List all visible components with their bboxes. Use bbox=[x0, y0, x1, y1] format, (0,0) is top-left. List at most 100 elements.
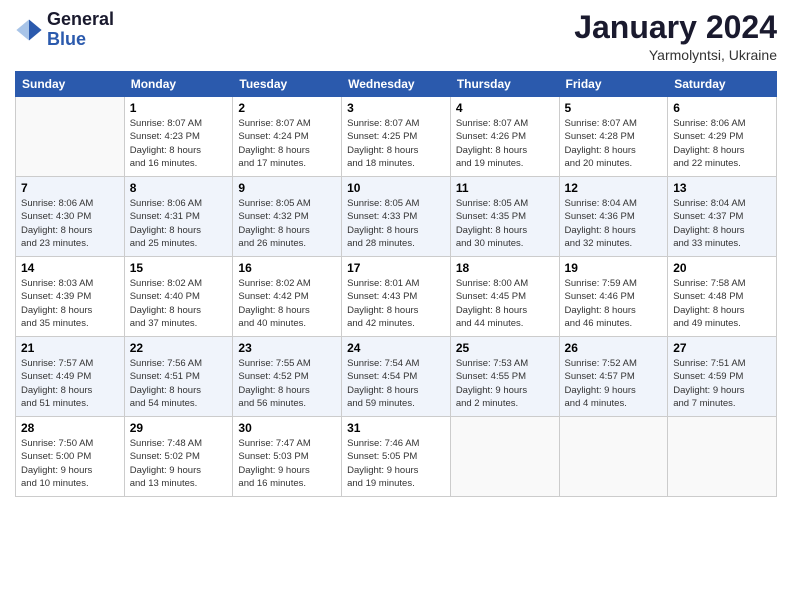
day-info: Sunrise: 7:59 AMSunset: 4:46 PMDaylight:… bbox=[565, 277, 663, 330]
day-info: Sunrise: 7:47 AMSunset: 5:03 PMDaylight:… bbox=[238, 437, 336, 490]
day-cell: 2 Sunrise: 8:07 AMSunset: 4:24 PMDaylight… bbox=[233, 97, 342, 177]
day-cell bbox=[559, 417, 668, 497]
day-number: 23 bbox=[238, 341, 336, 355]
day-info: Sunrise: 7:46 AMSunset: 5:05 PMDaylight:… bbox=[347, 437, 445, 490]
header: General Blue January 2024 Yarmolyntsi, U… bbox=[15, 10, 777, 63]
logo: General Blue bbox=[15, 10, 114, 50]
weekday-saturday: Saturday bbox=[668, 72, 777, 97]
day-info: Sunrise: 7:58 AMSunset: 4:48 PMDaylight:… bbox=[673, 277, 771, 330]
day-info: Sunrise: 7:56 AMSunset: 4:51 PMDaylight:… bbox=[130, 357, 228, 410]
day-number: 25 bbox=[456, 341, 554, 355]
location: Yarmolyntsi, Ukraine bbox=[574, 47, 777, 63]
day-cell: 14Sunrise: 8:03 AMSunset: 4:39 PMDayligh… bbox=[16, 257, 125, 337]
day-cell: 1 Sunrise: 8:07 AMSunset: 4:23 PMDaylight… bbox=[124, 97, 233, 177]
week-row-0: 1 Sunrise: 8:07 AMSunset: 4:23 PMDaylight… bbox=[16, 97, 777, 177]
day-number: 6 bbox=[673, 101, 771, 115]
day-cell: 15 Sunrise: 8:02 AMSunset: 4:40 PMDayligh… bbox=[124, 257, 233, 337]
day-cell: 31Sunrise: 7:46 AMSunset: 5:05 PMDayligh… bbox=[342, 417, 451, 497]
day-info: Sunrise: 8:02 AMSunset: 4:40 PMDaylight:… bbox=[130, 277, 228, 330]
day-cell: 23 Sunrise: 7:55 AMSunset: 4:52 PMDayligh… bbox=[233, 337, 342, 417]
day-info: Sunrise: 8:07 AMSunset: 4:23 PMDaylight:… bbox=[130, 117, 228, 170]
day-cell: 19 Sunrise: 7:59 AMSunset: 4:46 PMDayligh… bbox=[559, 257, 668, 337]
week-row-4: 28Sunrise: 7:50 AMSunset: 5:00 PMDayligh… bbox=[16, 417, 777, 497]
day-info: Sunrise: 7:55 AMSunset: 4:52 PMDaylight:… bbox=[238, 357, 336, 410]
week-row-2: 14Sunrise: 8:03 AMSunset: 4:39 PMDayligh… bbox=[16, 257, 777, 337]
day-info: Sunrise: 7:54 AMSunset: 4:54 PMDaylight:… bbox=[347, 357, 445, 410]
weekday-thursday: Thursday bbox=[450, 72, 559, 97]
day-info: Sunrise: 7:53 AMSunset: 4:55 PMDaylight:… bbox=[456, 357, 554, 410]
day-cell: 9Sunrise: 8:05 AMSunset: 4:32 PMDaylight… bbox=[233, 177, 342, 257]
page: General Blue January 2024 Yarmolyntsi, U… bbox=[0, 0, 792, 612]
day-info: Sunrise: 8:07 AMSunset: 4:26 PMDaylight:… bbox=[456, 117, 554, 170]
day-number: 30 bbox=[238, 421, 336, 435]
day-cell: 5 Sunrise: 8:07 AMSunset: 4:28 PMDaylight… bbox=[559, 97, 668, 177]
weekday-header-row: SundayMondayTuesdayWednesdayThursdayFrid… bbox=[16, 72, 777, 97]
day-info: Sunrise: 7:57 AMSunset: 4:49 PMDaylight:… bbox=[21, 357, 119, 410]
day-number: 22 bbox=[130, 341, 228, 355]
day-cell: 10 Sunrise: 8:05 AMSunset: 4:33 PMDayligh… bbox=[342, 177, 451, 257]
day-cell: 29 Sunrise: 7:48 AMSunset: 5:02 PMDayligh… bbox=[124, 417, 233, 497]
day-number: 28 bbox=[21, 421, 119, 435]
weekday-friday: Friday bbox=[559, 72, 668, 97]
day-cell: 26Sunrise: 7:52 AMSunset: 4:57 PMDayligh… bbox=[559, 337, 668, 417]
calendar-header: SundayMondayTuesdayWednesdayThursdayFrid… bbox=[16, 72, 777, 97]
day-number: 15 bbox=[130, 261, 228, 275]
logo-line1: General bbox=[47, 10, 114, 30]
weekday-monday: Monday bbox=[124, 72, 233, 97]
month-title: January 2024 bbox=[574, 10, 777, 45]
day-info: Sunrise: 8:05 AMSunset: 4:35 PMDaylight:… bbox=[456, 197, 554, 250]
day-cell: 11 Sunrise: 8:05 AMSunset: 4:35 PMDayligh… bbox=[450, 177, 559, 257]
day-info: Sunrise: 8:06 AMSunset: 4:29 PMDaylight:… bbox=[673, 117, 771, 170]
day-info: Sunrise: 8:07 AMSunset: 4:25 PMDaylight:… bbox=[347, 117, 445, 170]
day-number: 27 bbox=[673, 341, 771, 355]
logo-icon bbox=[15, 16, 43, 44]
day-cell: 4 Sunrise: 8:07 AMSunset: 4:26 PMDaylight… bbox=[450, 97, 559, 177]
day-cell bbox=[450, 417, 559, 497]
day-cell: 24Sunrise: 7:54 AMSunset: 4:54 PMDayligh… bbox=[342, 337, 451, 417]
day-info: Sunrise: 8:05 AMSunset: 4:32 PMDaylight:… bbox=[238, 197, 336, 250]
day-cell: 13Sunrise: 8:04 AMSunset: 4:37 PMDayligh… bbox=[668, 177, 777, 257]
day-info: Sunrise: 7:52 AMSunset: 4:57 PMDaylight:… bbox=[565, 357, 663, 410]
calendar-body: 1 Sunrise: 8:07 AMSunset: 4:23 PMDaylight… bbox=[16, 97, 777, 497]
day-cell: 28Sunrise: 7:50 AMSunset: 5:00 PMDayligh… bbox=[16, 417, 125, 497]
day-info: Sunrise: 8:05 AMSunset: 4:33 PMDaylight:… bbox=[347, 197, 445, 250]
day-number: 5 bbox=[565, 101, 663, 115]
day-number: 11 bbox=[456, 181, 554, 195]
day-cell: 20Sunrise: 7:58 AMSunset: 4:48 PMDayligh… bbox=[668, 257, 777, 337]
day-cell: 21 Sunrise: 7:57 AMSunset: 4:49 PMDayligh… bbox=[16, 337, 125, 417]
day-number: 10 bbox=[347, 181, 445, 195]
title-block: January 2024 Yarmolyntsi, Ukraine bbox=[574, 10, 777, 63]
day-info: Sunrise: 8:02 AMSunset: 4:42 PMDaylight:… bbox=[238, 277, 336, 330]
day-number: 8 bbox=[130, 181, 228, 195]
day-info: Sunrise: 8:06 AMSunset: 4:30 PMDaylight:… bbox=[21, 197, 119, 250]
day-number: 29 bbox=[130, 421, 228, 435]
day-number: 18 bbox=[456, 261, 554, 275]
weekday-tuesday: Tuesday bbox=[233, 72, 342, 97]
logo-line2: Blue bbox=[47, 30, 114, 50]
day-number: 17 bbox=[347, 261, 445, 275]
day-cell: 12Sunrise: 8:04 AMSunset: 4:36 PMDayligh… bbox=[559, 177, 668, 257]
day-number: 7 bbox=[21, 181, 119, 195]
day-info: Sunrise: 8:06 AMSunset: 4:31 PMDaylight:… bbox=[130, 197, 228, 250]
day-info: Sunrise: 8:07 AMSunset: 4:28 PMDaylight:… bbox=[565, 117, 663, 170]
day-cell: 3 Sunrise: 8:07 AMSunset: 4:25 PMDaylight… bbox=[342, 97, 451, 177]
day-cell bbox=[668, 417, 777, 497]
day-number: 1 bbox=[130, 101, 228, 115]
day-cell: 30 Sunrise: 7:47 AMSunset: 5:03 PMDayligh… bbox=[233, 417, 342, 497]
day-cell: 7 Sunrise: 8:06 AMSunset: 4:30 PMDaylight… bbox=[16, 177, 125, 257]
day-number: 4 bbox=[456, 101, 554, 115]
day-number: 21 bbox=[21, 341, 119, 355]
day-cell: 22 Sunrise: 7:56 AMSunset: 4:51 PMDayligh… bbox=[124, 337, 233, 417]
day-info: Sunrise: 8:04 AMSunset: 4:36 PMDaylight:… bbox=[565, 197, 663, 250]
calendar: SundayMondayTuesdayWednesdayThursdayFrid… bbox=[15, 71, 777, 497]
day-number: 19 bbox=[565, 261, 663, 275]
day-info: Sunrise: 8:07 AMSunset: 4:24 PMDaylight:… bbox=[238, 117, 336, 170]
day-cell: 18Sunrise: 8:00 AMSunset: 4:45 PMDayligh… bbox=[450, 257, 559, 337]
day-number: 2 bbox=[238, 101, 336, 115]
day-number: 3 bbox=[347, 101, 445, 115]
day-info: Sunrise: 7:48 AMSunset: 5:02 PMDaylight:… bbox=[130, 437, 228, 490]
day-cell: 17Sunrise: 8:01 AMSunset: 4:43 PMDayligh… bbox=[342, 257, 451, 337]
week-row-3: 21 Sunrise: 7:57 AMSunset: 4:49 PMDayligh… bbox=[16, 337, 777, 417]
logo-text: General Blue bbox=[47, 10, 114, 50]
day-info: Sunrise: 8:04 AMSunset: 4:37 PMDaylight:… bbox=[673, 197, 771, 250]
